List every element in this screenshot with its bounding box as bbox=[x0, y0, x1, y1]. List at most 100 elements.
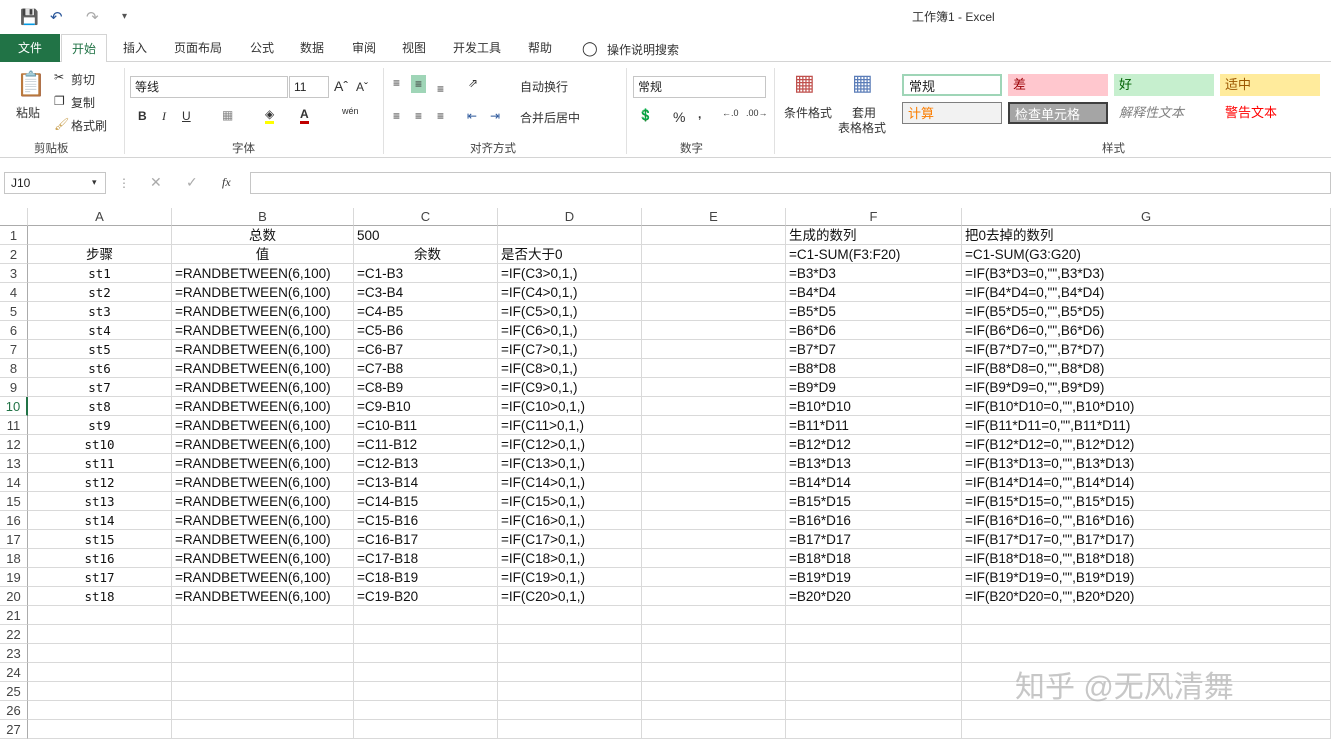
cell-E11[interactable] bbox=[642, 416, 786, 435]
cell-E19[interactable] bbox=[642, 568, 786, 587]
align-middle-icon[interactable]: ≡ bbox=[411, 75, 427, 93]
cell-A20[interactable]: st18 bbox=[28, 587, 172, 606]
cell-A10[interactable]: st8 bbox=[28, 397, 172, 416]
italic-button[interactable]: I bbox=[162, 109, 166, 124]
cell-B15[interactable]: =RANDBETWEEN(6,100) bbox=[172, 492, 354, 511]
row-header-5[interactable]: 5 bbox=[0, 302, 28, 321]
row-header-15[interactable]: 15 bbox=[0, 492, 28, 511]
row-header-24[interactable]: 24 bbox=[0, 663, 28, 682]
tell-me-search[interactable]: 操作说明搜索 bbox=[607, 41, 679, 58]
cell-B24[interactable] bbox=[172, 663, 354, 682]
paste-button[interactable]: 粘贴 bbox=[16, 104, 40, 121]
cell-D7[interactable]: =IF(C7>0,1,) bbox=[498, 340, 642, 359]
column-header-C[interactable]: C bbox=[354, 208, 498, 226]
cell-G14[interactable]: =IF(B14*D14=0,"",B14*D14) bbox=[962, 473, 1331, 492]
cell-A9[interactable]: st7 bbox=[28, 378, 172, 397]
cell-style-2[interactable]: 好 bbox=[1114, 74, 1214, 96]
row-header-13[interactable]: 13 bbox=[0, 454, 28, 473]
cell-F22[interactable] bbox=[786, 625, 962, 644]
tab-page-layout[interactable]: 页面布局 bbox=[164, 34, 232, 62]
cell-F4[interactable]: =B4*D4 bbox=[786, 283, 962, 302]
cell-G23[interactable] bbox=[962, 644, 1331, 663]
cell-E14[interactable] bbox=[642, 473, 786, 492]
cell-G1[interactable]: 把0去掉的数列 bbox=[962, 226, 1331, 245]
cell-style-6[interactable]: 解释性文本 bbox=[1114, 102, 1214, 124]
cell-C26[interactable] bbox=[354, 701, 498, 720]
customize-qat-icon[interactable]: ▾ bbox=[122, 11, 127, 22]
cell-E4[interactable] bbox=[642, 283, 786, 302]
cell-D14[interactable]: =IF(C14>0,1,) bbox=[498, 473, 642, 492]
cell-F6[interactable]: =B6*D6 bbox=[786, 321, 962, 340]
wrap-text-button[interactable]: 自动换行 bbox=[520, 78, 568, 95]
cancel-icon[interactable]: ✕ bbox=[150, 174, 162, 191]
row-header-20[interactable]: 20 bbox=[0, 587, 28, 606]
cell-A8[interactable]: st6 bbox=[28, 359, 172, 378]
row-header-10[interactable]: 10 bbox=[0, 397, 28, 416]
column-header-A[interactable]: A bbox=[28, 208, 172, 226]
cell-C15[interactable]: =C14-B15 bbox=[354, 492, 498, 511]
name-box-dropdown-icon[interactable]: ▾ bbox=[92, 177, 97, 188]
cell-C2[interactable]: 余数 bbox=[354, 245, 498, 264]
row-header-16[interactable]: 16 bbox=[0, 511, 28, 530]
cell-G21[interactable] bbox=[962, 606, 1331, 625]
cell-F8[interactable]: =B8*D8 bbox=[786, 359, 962, 378]
cell-D26[interactable] bbox=[498, 701, 642, 720]
cell-F5[interactable]: =B5*D5 bbox=[786, 302, 962, 321]
percent-button[interactable]: % bbox=[673, 109, 685, 125]
align-bottom-icon[interactable]: ≡ bbox=[437, 82, 444, 96]
cell-E2[interactable] bbox=[642, 245, 786, 264]
cell-A11[interactable]: st9 bbox=[28, 416, 172, 435]
row-header-19[interactable]: 19 bbox=[0, 568, 28, 587]
cell-C27[interactable] bbox=[354, 720, 498, 739]
font-name-select[interactable]: 等线 bbox=[130, 76, 288, 98]
copy-button[interactable]: 复制 bbox=[71, 94, 95, 111]
column-header-B[interactable]: B bbox=[172, 208, 354, 226]
cell-A18[interactable]: st16 bbox=[28, 549, 172, 568]
cell-C7[interactable]: =C6-B7 bbox=[354, 340, 498, 359]
cell-D23[interactable] bbox=[498, 644, 642, 663]
cell-B8[interactable]: =RANDBETWEEN(6,100) bbox=[172, 359, 354, 378]
row-header-9[interactable]: 9 bbox=[0, 378, 28, 397]
increase-decimal-icon[interactable]: ←.0 bbox=[722, 108, 739, 118]
cell-D21[interactable] bbox=[498, 606, 642, 625]
cell-A3[interactable]: st1 bbox=[28, 264, 172, 283]
cell-B6[interactable]: =RANDBETWEEN(6,100) bbox=[172, 321, 354, 340]
cell-G4[interactable]: =IF(B4*D4=0,"",B4*D4) bbox=[962, 283, 1331, 302]
cell-E10[interactable] bbox=[642, 397, 786, 416]
cell-D19[interactable]: =IF(C19>0,1,) bbox=[498, 568, 642, 587]
cell-E20[interactable] bbox=[642, 587, 786, 606]
cell-style-1[interactable]: 差 bbox=[1008, 74, 1108, 96]
merge-center-button[interactable]: 合并后居中 bbox=[520, 109, 580, 126]
cell-A2[interactable]: 步骤 bbox=[28, 245, 172, 264]
cell-E12[interactable] bbox=[642, 435, 786, 454]
cell-C24[interactable] bbox=[354, 663, 498, 682]
column-header-F[interactable]: F bbox=[786, 208, 962, 226]
row-header-7[interactable]: 7 bbox=[0, 340, 28, 359]
borders-icon[interactable]: ▦ bbox=[222, 108, 233, 122]
cell-F20[interactable]: =B20*D20 bbox=[786, 587, 962, 606]
cell-B7[interactable]: =RANDBETWEEN(6,100) bbox=[172, 340, 354, 359]
cell-G15[interactable]: =IF(B15*D15=0,"",B15*D15) bbox=[962, 492, 1331, 511]
cell-A6[interactable]: st4 bbox=[28, 321, 172, 340]
accounting-format-icon[interactable]: 💲 bbox=[638, 108, 653, 122]
cell-B13[interactable]: =RANDBETWEEN(6,100) bbox=[172, 454, 354, 473]
cell-A4[interactable]: st2 bbox=[28, 283, 172, 302]
undo-icon[interactable]: ↶ bbox=[50, 8, 63, 26]
decrease-font-icon[interactable]: Aˇ bbox=[356, 80, 368, 94]
row-header-2[interactable]: 2 bbox=[0, 245, 28, 264]
cell-D6[interactable]: =IF(C6>0,1,) bbox=[498, 321, 642, 340]
cell-E27[interactable] bbox=[642, 720, 786, 739]
cell-B1[interactable]: 总数 bbox=[172, 226, 354, 245]
decrease-decimal-icon[interactable]: .00→ bbox=[746, 108, 768, 118]
cell-F27[interactable] bbox=[786, 720, 962, 739]
row-header-6[interactable]: 6 bbox=[0, 321, 28, 340]
name-box[interactable]: J10 bbox=[4, 172, 106, 194]
cell-F25[interactable] bbox=[786, 682, 962, 701]
formula-input[interactable] bbox=[250, 172, 1331, 194]
cell-A5[interactable]: st3 bbox=[28, 302, 172, 321]
orientation-icon[interactable]: ⇗ bbox=[468, 76, 478, 90]
cell-A19[interactable]: st17 bbox=[28, 568, 172, 587]
cell-B26[interactable] bbox=[172, 701, 354, 720]
font-size-select[interactable]: 11 bbox=[289, 76, 329, 98]
cell-A17[interactable]: st15 bbox=[28, 530, 172, 549]
